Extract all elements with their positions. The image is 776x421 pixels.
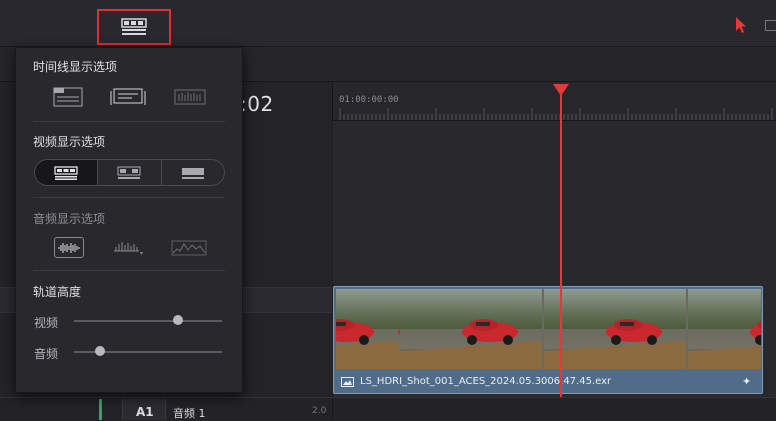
audio-height-label: 音频 (34, 347, 59, 361)
sparkle-icon[interactable]: ✦ (742, 375, 751, 388)
timecode-display: :02 (240, 92, 274, 116)
clip-thumbnails (336, 289, 761, 369)
subtitle-tracks-button[interactable] (110, 86, 146, 108)
video-filmstrip-option[interactable] (35, 160, 99, 185)
video-height-label: 视频 (34, 316, 59, 330)
timeline-view-options-icon (121, 18, 147, 35)
thumbnail-icon (117, 166, 141, 179)
clip-name: LS_HDRI_Shot_001_ACES_2024.05.3006.47.45… (360, 376, 612, 387)
video-display-title: 视频显示选项 (33, 135, 106, 149)
selection-pointer-icon[interactable] (734, 16, 748, 34)
track-separator (332, 398, 333, 420)
audio-waveform-full-option[interactable] (54, 237, 84, 258)
video-height-slider[interactable] (74, 320, 222, 322)
clip-thumbnail-strip (336, 289, 761, 369)
audio-waveform-view-button[interactable] (173, 86, 207, 108)
timeline-view-options-button[interactable] (97, 9, 171, 45)
track-height-title: 轨道高度 (33, 285, 82, 299)
audio-display-title: 音频显示选项 (33, 212, 106, 226)
audio-track-name[interactable]: 音频 1 (173, 405, 206, 421)
name-only-icon (181, 167, 204, 179)
stacked-timeline-icon (53, 87, 83, 107)
image-clip-icon (341, 377, 354, 387)
video-thumbnail-option[interactable] (98, 160, 162, 185)
section-divider (33, 197, 225, 198)
section-divider (33, 270, 225, 271)
audio-track-row (0, 397, 776, 421)
subtitle-tracks-icon (110, 88, 146, 105)
audio-track-id: A1 (136, 405, 154, 419)
audio-waveform-outline-option[interactable] (171, 237, 207, 258)
playhead-line[interactable] (560, 90, 562, 420)
playhead-handle[interactable] (553, 84, 569, 96)
waveform-outline-icon (171, 240, 207, 255)
half-waveform-icon (114, 241, 143, 255)
video-name-only-option[interactable] (162, 160, 224, 185)
waveform-grid-icon (174, 89, 206, 105)
audio-height-slider-knob[interactable] (94, 346, 105, 356)
audio-track-color (99, 399, 102, 420)
stacked-timeline-button[interactable] (52, 86, 84, 108)
section-divider (33, 121, 225, 122)
timeline-display-title: 时间线显示选项 (33, 60, 118, 74)
panel-edge-icon[interactable] (765, 20, 776, 31)
waveform-icon (58, 242, 80, 253)
filmstrip-icon (54, 165, 78, 180)
video-display-segmented-control (34, 159, 225, 186)
audio-track-channel: 2.0 (312, 406, 327, 416)
audio-waveform-half-option[interactable] (112, 237, 146, 258)
